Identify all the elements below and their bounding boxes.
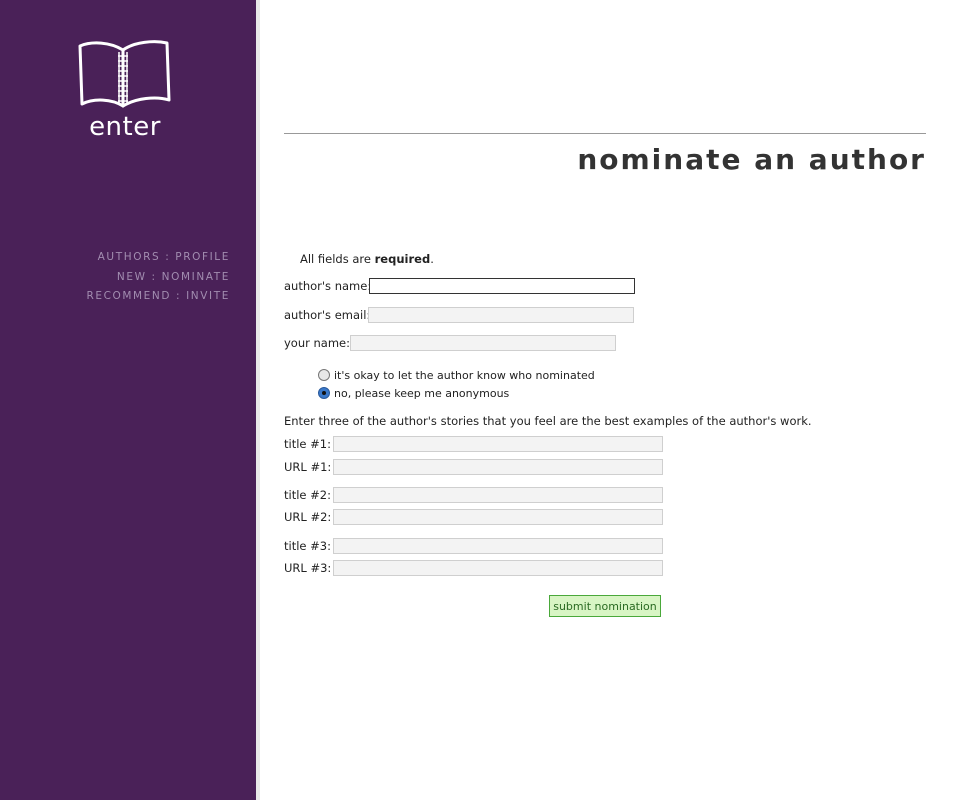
required-word: required (374, 252, 431, 266)
nav-link-invite[interactable]: INVITE (186, 290, 230, 302)
nav-row-authors: AUTHORS : PROFILE (0, 248, 256, 268)
sidebar-edge (256, 0, 260, 800)
nav-link-profile[interactable]: PROFILE (175, 251, 230, 263)
stories-instructions: Enter three of the author's stories that… (284, 414, 812, 428)
radio-anonymous[interactable] (318, 387, 330, 399)
story-title-label: title #1: (284, 437, 331, 451)
story-url-input-3[interactable] (333, 560, 663, 576)
author-name-label: author's name: (284, 279, 372, 293)
submit-nomination-button[interactable]: submit nomination (549, 595, 661, 617)
radio-reveal-label: it's okay to let the author know who nom… (334, 369, 595, 382)
nav-row-new: NEW : NOMINATE (0, 268, 256, 288)
logo[interactable]: enter (74, 38, 174, 148)
header-divider (284, 133, 926, 134)
required-note: All fields are required. (300, 252, 434, 266)
story-url-input-2[interactable] (333, 509, 663, 525)
nav-link-new[interactable]: NEW (117, 271, 147, 283)
open-book-icon (78, 40, 171, 108)
your-name-label: your name: (284, 336, 351, 350)
radio-reveal-option[interactable]: it's okay to let the author know who nom… (318, 369, 595, 382)
nav-link-authors[interactable]: AUTHORS (98, 251, 161, 263)
sidebar-nav: AUTHORS : PROFILE NEW : NOMINATE RECOMME… (0, 248, 256, 307)
radio-anonymous-label: no, please keep me anonymous (334, 387, 510, 400)
author-name-input[interactable] (369, 278, 635, 294)
radio-anonymous-option[interactable]: no, please keep me anonymous (318, 387, 509, 400)
story-url-label: URL #2: (284, 510, 332, 524)
story-title-label: title #2: (284, 488, 331, 502)
nav-row-recommend: RECOMMEND : INVITE (0, 287, 256, 307)
story-title-input-3[interactable] (333, 538, 663, 554)
page-title: nominate an author (577, 143, 926, 176)
nav-link-recommend[interactable]: RECOMMEND (86, 290, 171, 302)
required-suffix: . (430, 252, 434, 266)
nav-separator: : (165, 251, 171, 263)
your-name-input[interactable] (350, 335, 616, 351)
story-url-input-1[interactable] (333, 459, 663, 475)
story-title-label: title #3: (284, 539, 331, 553)
nav-separator: : (176, 290, 182, 302)
required-prefix: All fields are (300, 252, 375, 266)
logo-text: enter (89, 112, 161, 142)
sidebar: enter AUTHORS : PROFILE NEW : NOMINATE R… (0, 0, 256, 800)
radio-reveal[interactable] (318, 369, 330, 381)
nav-separator: : (151, 270, 157, 283)
author-email-input[interactable] (368, 307, 634, 323)
story-title-input-1[interactable] (333, 436, 663, 452)
nav-link-nominate[interactable]: NOMINATE (162, 271, 230, 283)
story-url-label: URL #1: (284, 460, 332, 474)
story-url-label: URL #3: (284, 561, 332, 575)
story-title-input-2[interactable] (333, 487, 663, 503)
author-email-label: author's email: (284, 308, 371, 322)
